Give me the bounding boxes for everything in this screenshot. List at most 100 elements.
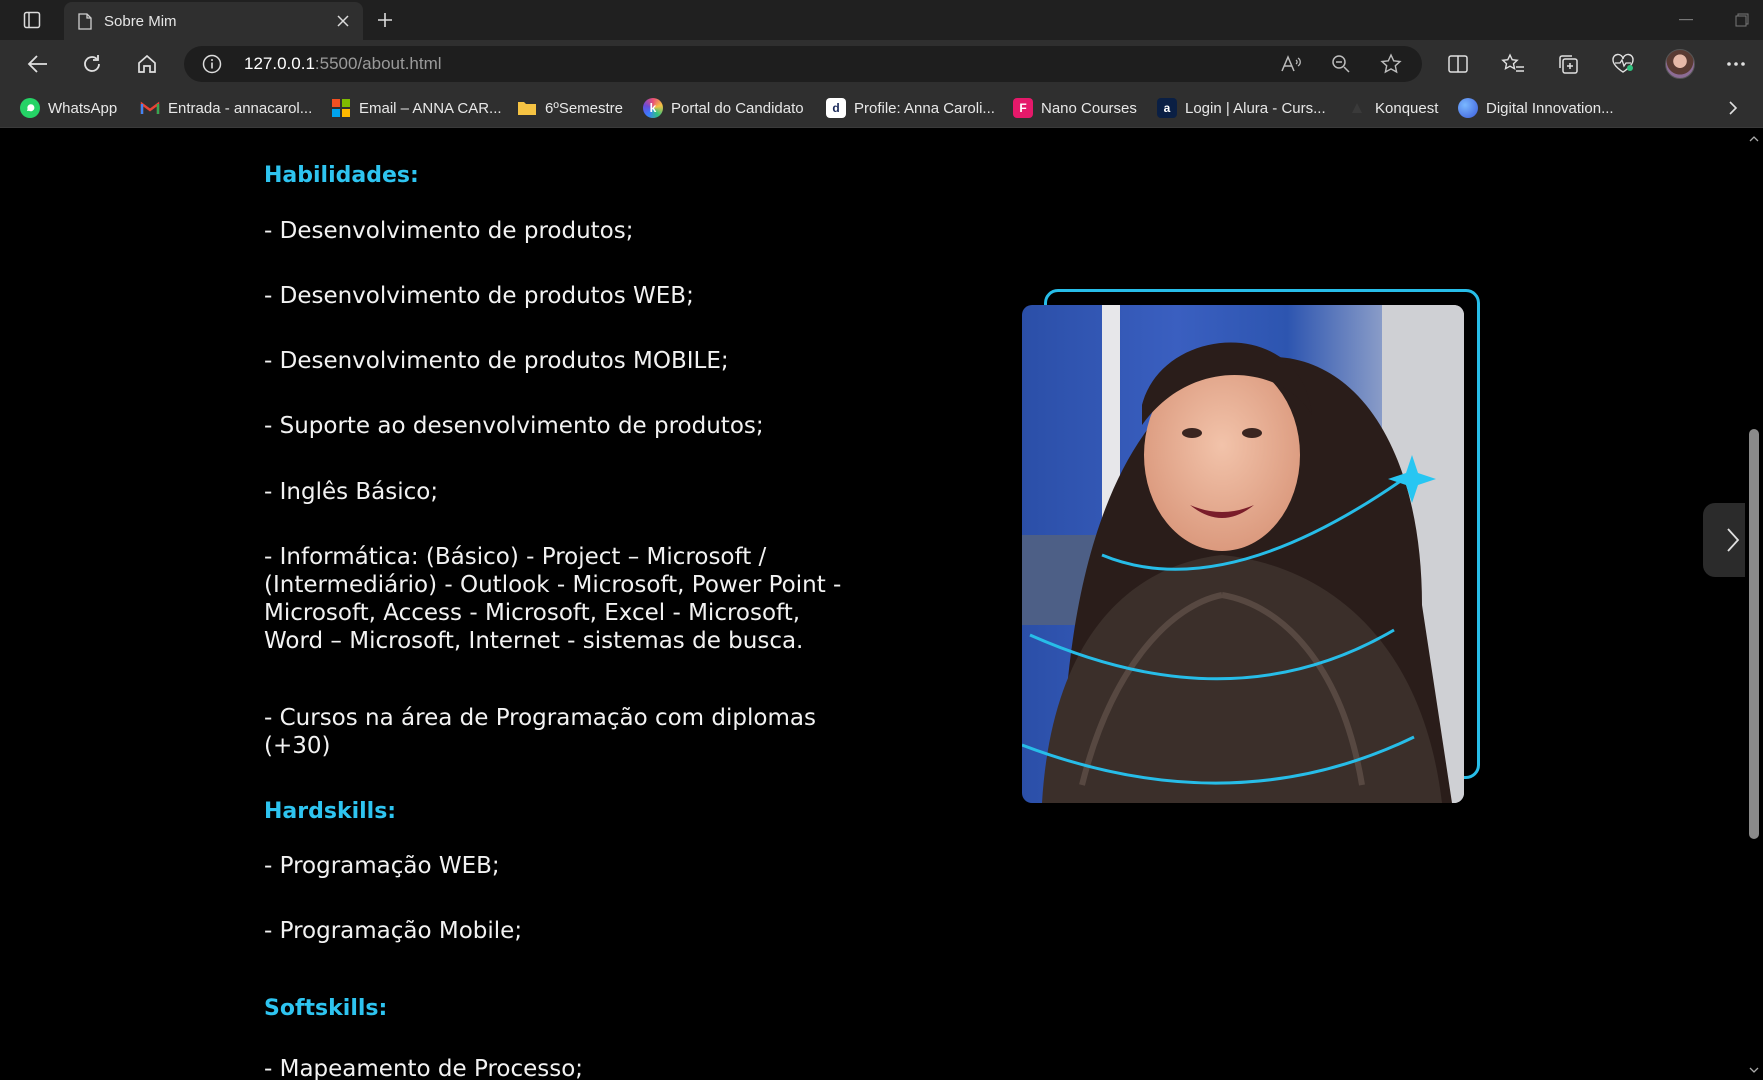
split-screen-button[interactable] (1440, 48, 1476, 80)
list-item: - Programação WEB; (264, 853, 500, 879)
bookmark-label: Nano Courses (1041, 99, 1137, 117)
bookmark-whatsapp[interactable]: WhatsApp (20, 96, 117, 120)
favorites-list-icon (1501, 53, 1524, 72)
list-item: - Informática: (Básico) - Project – Micr… (264, 544, 842, 654)
refresh-icon (84, 55, 100, 72)
back-button[interactable] (20, 48, 56, 80)
tab-actions-icon (23, 11, 41, 29)
restore-button[interactable] (1728, 8, 1756, 32)
list-item: - Cursos na área de Programação com dipl… (264, 705, 816, 759)
list-item: - Desenvolvimento de produtos MOBILE; (264, 348, 729, 374)
folder-icon (517, 98, 537, 118)
chevron-right-icon (1729, 101, 1738, 115)
url-path: :5500/about.html (314, 54, 442, 73)
close-tab-button[interactable] (333, 11, 353, 31)
bookmark-gmail[interactable]: Entrada - annacarol... (140, 96, 312, 120)
browser-essentials-button[interactable] (1605, 48, 1641, 80)
tab-sobre-mim[interactable]: Sobre Mim (64, 2, 363, 40)
browser-window: Sobre Mim 127.0.0.1:5500/about.html What… (0, 0, 1763, 1080)
scrollbar-thumb[interactable] (1749, 429, 1759, 839)
tab-strip: Sobre Mim (0, 0, 1763, 40)
microsoft-icon (331, 98, 351, 118)
collections-button[interactable] (1550, 48, 1586, 80)
bookmark-label: Login | Alura - Curs... (1185, 99, 1326, 117)
list-item: - Desenvolvimento de produtos; (264, 218, 634, 244)
bookmark-alura[interactable]: a Login | Alura - Curs... (1157, 96, 1326, 120)
portrait-illustration (1022, 305, 1464, 803)
alura-icon: a (1157, 98, 1177, 118)
profile-photo (1022, 305, 1464, 803)
new-tab-button[interactable] (370, 6, 400, 34)
tab-actions-button[interactable] (14, 6, 50, 34)
dio-circle-icon (1458, 98, 1478, 118)
list-item: - Desenvolvimento de produtos WEB; (264, 283, 694, 309)
list-item: - Suporte ao desenvolvimento de produtos… (264, 413, 764, 439)
home-icon (138, 54, 156, 73)
collections-icon (1559, 55, 1578, 74)
settings-more-button[interactable] (1718, 48, 1754, 80)
avatar (1665, 49, 1695, 79)
bookmark-portal-candidato[interactable]: k Portal do Candidato (643, 96, 804, 120)
scroll-up-button[interactable] (1748, 133, 1760, 145)
bookmark-konquest[interactable]: Konquest (1347, 96, 1438, 120)
bookmark-folder-6semestre[interactable]: 6ºSemestre (517, 96, 623, 120)
bookmark-label: Profile: Anna Caroli... (854, 99, 995, 117)
more-dots-icon (1727, 62, 1745, 66)
address-bar[interactable]: 127.0.0.1:5500/about.html (184, 46, 1422, 82)
favorites-button[interactable] (1495, 48, 1531, 80)
profile-button[interactable] (1662, 48, 1698, 80)
bookmark-label: Portal do Candidato (671, 99, 804, 117)
scroll-down-button[interactable] (1748, 1064, 1760, 1076)
read-aloud-icon (1281, 55, 1301, 72)
profile-photo-container (1022, 289, 1482, 809)
bookmark-email-outlook[interactable]: Email – ANNA CAR... (331, 96, 502, 120)
bookmark-label: Email – ANNA CAR... (359, 99, 502, 117)
plus-icon (378, 13, 392, 27)
heartbeat-icon (1612, 53, 1634, 73)
vertical-scrollbar[interactable] (1745, 129, 1763, 1080)
zoom-button[interactable] (1328, 52, 1354, 76)
home-button[interactable] (129, 48, 165, 80)
softskills-heading: Softskills: (264, 996, 388, 1021)
chevron-down-icon (1749, 1067, 1759, 1073)
konquest-icon (1347, 98, 1367, 118)
bookmark-label: Entrada - annacarol... (168, 99, 313, 117)
gmail-icon (140, 98, 160, 118)
bookmarks-bar: WhatsApp Entrada - annacarol... Email – … (0, 88, 1763, 128)
bookmark-nano-courses[interactable]: F Nano Courses (1013, 96, 1137, 120)
habilidades-heading: Habilidades: (264, 163, 419, 188)
portal-icon: k (643, 98, 663, 118)
bookmark-label: Digital Innovation... (1486, 99, 1614, 117)
bookmark-profile-dio[interactable]: d Profile: Anna Caroli... (826, 96, 995, 120)
list-item: - Inglês Básico; (264, 479, 439, 505)
restore-icon (1735, 13, 1749, 27)
minimize-button[interactable] (1672, 8, 1700, 32)
url-text: 127.0.0.1:5500/about.html (244, 54, 442, 74)
zoom-out-icon (1332, 55, 1350, 73)
close-icon (337, 15, 349, 27)
bookmarks-overflow-button[interactable] (1721, 96, 1745, 120)
list-item: - Mapeamento de Processo; (264, 1056, 584, 1080)
page-icon (78, 12, 92, 30)
bookmark-label: WhatsApp (48, 99, 118, 117)
url-host: 127.0.0.1 (244, 54, 315, 73)
bookmark-digital-innovation[interactable]: Digital Innovation... (1458, 96, 1614, 120)
dio-icon: d (826, 98, 846, 118)
read-aloud-button[interactable] (1278, 52, 1304, 76)
site-info-icon[interactable] (202, 54, 222, 74)
navigation-toolbar: 127.0.0.1:5500/about.html (0, 40, 1763, 88)
minimize-icon (1679, 19, 1693, 21)
page-viewport: Habilidades: - Desenvolvimento de produt… (2, 129, 1745, 1080)
chevron-right-icon (1727, 528, 1740, 552)
star-icon (1380, 53, 1402, 74)
whatsapp-icon (20, 98, 40, 118)
favorite-button[interactable] (1378, 52, 1404, 76)
split-screen-icon (1448, 55, 1468, 73)
chevron-up-icon (1749, 136, 1759, 142)
tab-title: Sobre Mim (104, 12, 177, 30)
refresh-button[interactable] (74, 48, 110, 80)
nano-icon: F (1013, 98, 1033, 118)
hardskills-heading: Hardskills: (264, 799, 397, 824)
list-item: - Programação Mobile; (264, 918, 523, 944)
bookmark-label: Konquest (1375, 99, 1439, 117)
